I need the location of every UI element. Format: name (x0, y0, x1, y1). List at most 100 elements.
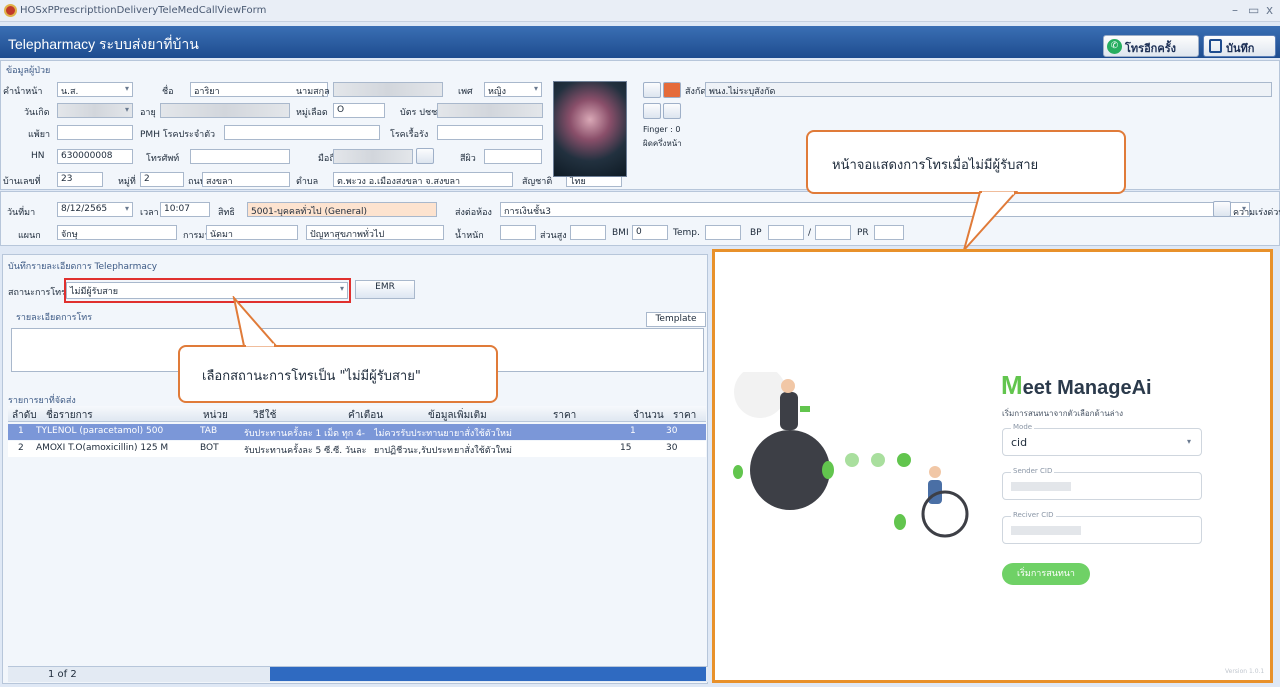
camera-button[interactable] (643, 82, 661, 98)
pmh-field[interactable] (224, 125, 380, 140)
right-field[interactable]: 5001-บุคคลทั่วไป (General) (247, 202, 437, 217)
call-again-button[interactable]: ✆ โทรอีกครั้ง (1103, 35, 1199, 57)
tambon-field[interactable]: ต.พะวง อ.เมืองสงขลา จ.สงขลา (333, 172, 513, 187)
dept-field[interactable]: จักษุ (57, 225, 177, 240)
bmi-label: BMI (612, 228, 629, 238)
temp-label: Temp. (673, 228, 700, 238)
sex-select[interactable]: หญิง ▾ (484, 82, 542, 97)
right-label: สิทธิ (218, 208, 235, 218)
mobile-field[interactable] (333, 149, 413, 164)
col-order: ลำดับ (12, 410, 37, 421)
status-callout-tail (232, 296, 278, 347)
status-callout-text: เลือกสถานะการโทรเป็น "ไม่มีผู้รับสาย" (202, 369, 421, 384)
allergy-label: แพ้ยา (28, 130, 51, 140)
bmi-field: 0 (632, 225, 668, 240)
phone-lookup-button[interactable] (416, 148, 434, 164)
blood-label: หมู่เลือด (296, 108, 328, 118)
telepharmacy-section-title: บันทึกรายละเอียดการ Telepharmacy (8, 262, 158, 272)
table-row[interactable]: 1 TYLENOL (paracetamol) 500 TAB รับประทา… (8, 424, 706, 440)
meet-title: Meet ManageAi (1001, 370, 1152, 400)
blood-field[interactable]: O (333, 103, 385, 118)
sendto-select[interactable]: การเงินชั้น3 ▾ (500, 202, 1250, 217)
mode-select[interactable]: Mode cid ▾ (1002, 423, 1202, 456)
half-face-label: ผิดครึ่งหน้า (643, 139, 682, 148)
bp-diastolic-field[interactable] (815, 225, 851, 240)
meet-panel: Meet ManageAi เริ่มการสนทนาจากตัวเลือกด้… (712, 249, 1273, 683)
save-button[interactable]: บันทึก (1203, 35, 1276, 57)
affiliation-field: พนง.ไม่ระบุสังกัด (705, 82, 1272, 97)
moo-label: หมู่ที่ (118, 177, 136, 187)
template-button[interactable]: Template (646, 312, 706, 327)
close-button[interactable]: x (1266, 3, 1273, 17)
chronic-field[interactable] (437, 125, 543, 140)
app-logo-icon (4, 4, 17, 17)
road-field[interactable]: สงขลา (202, 172, 290, 187)
prefix-select[interactable]: น.ส. ▾ (57, 82, 133, 97)
alert-button[interactable] (663, 82, 681, 98)
horizontal-scrollbar[interactable] (270, 667, 706, 681)
pr-field[interactable] (874, 225, 904, 240)
call-again-label: โทรอีกครั้ง (1125, 43, 1176, 55)
col-warning: คำเตือน (348, 410, 384, 421)
maximize-button[interactable]: ▭ (1248, 3, 1259, 17)
finger-count: Finger : 0 (643, 125, 681, 134)
moo-field[interactable]: 2 (140, 172, 184, 187)
emr-button[interactable]: EMR (355, 280, 415, 299)
page-header: Telepharmacy ระบบส่งยาที่บ้าน (0, 26, 1280, 58)
house-label: บ้านเลขที่ (3, 177, 41, 187)
patient-photo (553, 81, 627, 177)
house-field[interactable]: 23 (57, 172, 103, 187)
urgency-label: ความเร่งด่วน (1233, 208, 1280, 218)
doctor-field[interactable]: นัดมา (206, 225, 298, 240)
screen-callout-text: หน้าจอแสดงการโทรเมื่อไม่มีผู้รับสาย (832, 158, 1039, 173)
receiver-cid-field[interactable]: Reciver CID (1002, 511, 1202, 544)
illustration (733, 372, 969, 538)
visit-date-label: วันที่มา (7, 208, 36, 218)
start-conversation-button[interactable]: เริ่มการสนทนา (1002, 563, 1090, 585)
visit-date-field[interactable]: 8/12/2565 ▾ (57, 202, 133, 217)
telepharmacy-panel (2, 254, 708, 684)
age-label: อายุ (140, 108, 156, 118)
idcard-label: บัตร ปชช. (400, 108, 441, 118)
pmh-label: PMH โรคประจำตัว (140, 130, 216, 140)
patient-section-title: ข้อมูลผู้ป่วย (6, 66, 51, 76)
skin-field[interactable] (484, 149, 542, 164)
save-icon (1209, 39, 1222, 53)
nationality-label: สัญชาติ (522, 177, 553, 187)
page-title: Telepharmacy ระบบส่งยาที่บ้าน (8, 36, 199, 52)
phone-field[interactable] (190, 149, 290, 164)
sender-cid-field[interactable]: Sender CID (1002, 467, 1202, 500)
col-qty: จำนวน (633, 410, 664, 421)
height-field[interactable] (570, 225, 606, 240)
hn-field[interactable]: 630000008 (57, 149, 133, 164)
bp-systolic-field[interactable] (768, 225, 804, 240)
call-detail-label: รายละเอียดการโทร (16, 313, 93, 323)
bp-label: BP (750, 228, 762, 238)
calendar-button[interactable] (1213, 201, 1231, 217)
dob-field[interactable]: ▾ (57, 103, 133, 118)
skin-label: สีผิว (460, 154, 476, 164)
problem-field[interactable]: ปัญหาสุขภาพทั่วไป (306, 225, 444, 240)
screen-callout-tail (963, 191, 1019, 251)
pr-label: PR (857, 228, 869, 238)
drugs-section-title: รายการยาที่จัดส่ง (8, 396, 76, 406)
window-titlebar: HOSxPPrescripttionDeliveryTeleMedCallVie… (0, 0, 1280, 22)
temp-field[interactable] (705, 225, 741, 240)
status-callout: เลือกสถานะการโทรเป็น "ไม่มีผู้รับสาย" (178, 345, 498, 403)
minimize-button[interactable]: – (1232, 3, 1238, 17)
sex-label: เพศ (458, 87, 473, 97)
dob-label: วันเกิด (24, 108, 50, 118)
affiliation-label: สังกัด (685, 87, 707, 97)
allergy-field[interactable] (57, 125, 133, 140)
person-button[interactable] (663, 103, 681, 119)
call-status-label: สถานะการโทร (8, 288, 66, 298)
col-usage: วิธีใช้ (253, 410, 277, 421)
time-field[interactable]: 10:07 (160, 202, 210, 217)
photo-upload-button[interactable] (643, 103, 661, 119)
idcard-field[interactable] (437, 103, 543, 118)
status-highlight-box (64, 278, 351, 303)
table-row[interactable]: 2 AMOXI T.O(amoxicillin) 125 M BOT รับปร… (8, 441, 706, 457)
surname-field[interactable] (333, 82, 443, 97)
weight-field[interactable] (500, 225, 536, 240)
screen-callout: หน้าจอแสดงการโทรเมื่อไม่มีผู้รับสาย (806, 130, 1126, 194)
